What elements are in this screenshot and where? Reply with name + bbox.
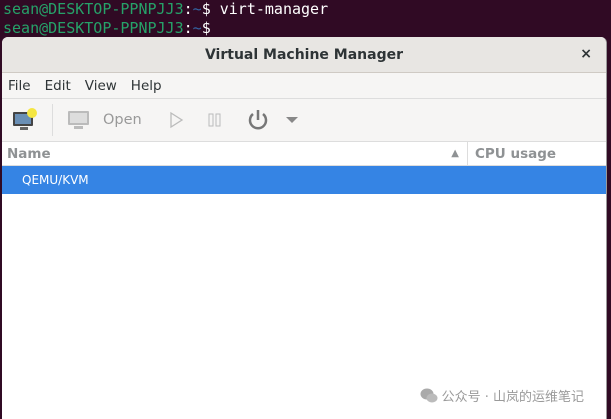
column-name[interactable]: Name ▲ <box>2 142 468 165</box>
column-cpu-usage[interactable]: CPU usage <box>468 146 556 162</box>
toolbar: Open <box>2 99 606 141</box>
wechat-icon <box>420 388 438 403</box>
terminal-line: sean@DESKTOP-PPNPJJ3:~$ virt-manager <box>3 0 329 18</box>
table-row[interactable]: QEMU/KVM <box>2 166 606 194</box>
menu-file[interactable]: File <box>8 78 31 94</box>
terminal-line: sean@DESKTOP-PPNPJJ3:~$ <box>3 19 211 37</box>
monitor-icon[interactable] <box>67 109 91 131</box>
title-bar: Virtual Machine Manager × <box>2 37 606 73</box>
menu-help[interactable]: Help <box>131 78 162 94</box>
menu-view[interactable]: View <box>85 78 117 94</box>
chevron-down-icon[interactable] <box>285 116 298 124</box>
new-vm-icon[interactable] <box>12 108 38 132</box>
vmm-window: Virtual Machine Manager × File Edit View… <box>2 37 607 419</box>
menu-bar: File Edit View Help <box>2 73 606 99</box>
watermark: 公众号 · 山岚的运维笔记 <box>420 386 584 405</box>
pause-icon[interactable] <box>208 112 222 128</box>
sort-ascending-icon: ▲ <box>451 148 459 159</box>
power-icon[interactable] <box>246 108 270 132</box>
terminal: sean@DESKTOP-PPNPJJ3:~$ virt-manager sea… <box>3 0 328 38</box>
table-header: Name ▲ CPU usage <box>2 141 606 166</box>
close-icon[interactable]: × <box>580 46 592 62</box>
open-button[interactable]: Open <box>103 112 142 128</box>
window-title: Virtual Machine Manager <box>204 46 404 63</box>
menu-edit[interactable]: Edit <box>45 78 71 94</box>
play-icon[interactable] <box>168 111 184 129</box>
toolbar-separator <box>52 104 53 136</box>
